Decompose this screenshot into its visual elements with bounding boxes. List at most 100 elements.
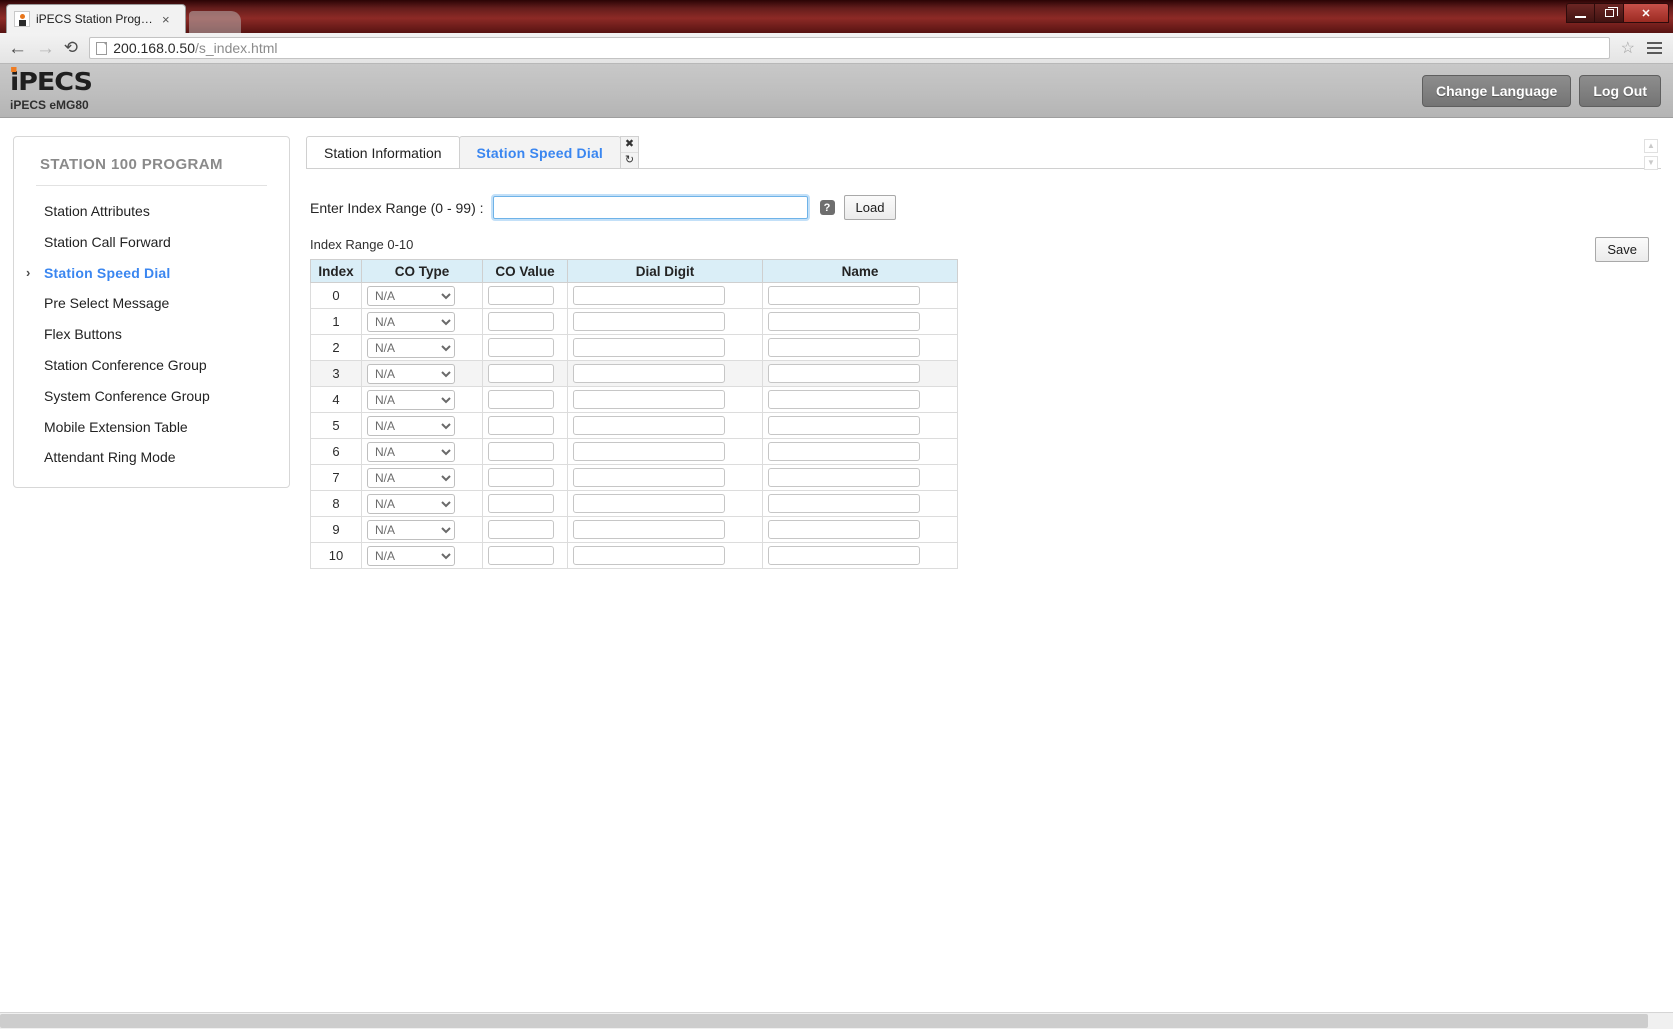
co-type-select[interactable]: N/A — [367, 415, 455, 436]
index-range-label: Enter Index Range (0 - 99) : — [310, 199, 484, 216]
co-value-input[interactable] — [488, 390, 554, 409]
browser-titlebar: iPECS Station Program × ✕ — [0, 0, 1673, 33]
change-language-button[interactable]: Change Language — [1421, 74, 1572, 107]
sidebar-item-flex-buttons[interactable]: Flex Buttons — [14, 319, 289, 350]
dial-digit-input[interactable] — [573, 312, 725, 331]
co-type-select[interactable]: N/A — [367, 493, 455, 514]
cell-name — [762, 308, 958, 335]
save-button[interactable]: Save — [1595, 237, 1649, 262]
sidebar-item-station-conference-group[interactable]: Station Conference Group — [14, 350, 289, 381]
name-input[interactable] — [768, 468, 920, 487]
tab-station-information[interactable]: Station Information — [306, 136, 460, 168]
cell-dial-digit — [567, 412, 763, 439]
co-type-select[interactable]: N/A — [367, 337, 455, 358]
index-range-input[interactable] — [490, 194, 810, 221]
cell-index: 1 — [310, 308, 362, 335]
sidebar-item-station-attributes[interactable]: Station Attributes — [14, 196, 289, 227]
tab-station-speed-dial[interactable]: Station Speed Dial — [458, 136, 622, 168]
name-input[interactable] — [768, 520, 920, 539]
co-value-input[interactable] — [488, 442, 554, 461]
dial-digit-input[interactable] — [573, 416, 725, 435]
dial-digit-input[interactable] — [573, 390, 725, 409]
cell-co-type: N/A — [361, 308, 483, 335]
name-input[interactable] — [768, 442, 920, 461]
co-value-input[interactable] — [488, 286, 554, 305]
name-input[interactable] — [768, 546, 920, 565]
name-input[interactable] — [768, 416, 920, 435]
scroll-up-icon[interactable]: ▲ — [1644, 139, 1658, 153]
table-body: 0 N/A 1 N/A 2 N/A 3 N/A 4 N/A 5 N/A 6 N/… — [310, 282, 958, 569]
cell-co-type: N/A — [361, 438, 483, 465]
scroll-down-icon[interactable]: ▼ — [1644, 156, 1658, 170]
hamburger-menu-icon[interactable] — [1644, 40, 1665, 56]
name-input[interactable] — [768, 494, 920, 513]
cell-dial-digit — [567, 490, 763, 517]
tab-refresh-icon[interactable]: ↻ — [621, 152, 639, 168]
dial-digit-input[interactable] — [573, 338, 725, 357]
name-input[interactable] — [768, 338, 920, 357]
load-button[interactable]: Load — [843, 195, 897, 220]
table-row: 0 N/A — [310, 282, 958, 309]
help-icon[interactable]: ? — [819, 200, 835, 215]
sidebar-item-system-conference-group[interactable]: System Conference Group — [14, 381, 289, 412]
dial-digit-input[interactable] — [573, 286, 725, 305]
name-input[interactable] — [768, 364, 920, 383]
name-input[interactable] — [768, 312, 920, 331]
co-value-input[interactable] — [488, 364, 554, 383]
restore-button[interactable] — [1595, 3, 1624, 23]
log-out-button[interactable]: Log Out — [1579, 74, 1661, 107]
dial-digit-input[interactable] — [573, 546, 725, 565]
sidebar-item-station-call-forward[interactable]: Station Call Forward — [14, 227, 289, 258]
table-row: 6 N/A — [310, 438, 958, 465]
co-type-select[interactable]: N/A — [367, 519, 455, 540]
address-bar[interactable]: 200.168.0.50/s_index.html — [89, 37, 1610, 59]
co-type-select[interactable]: N/A — [367, 441, 455, 462]
window-controls: ✕ — [1566, 3, 1669, 23]
dial-digit-input[interactable] — [573, 468, 725, 487]
co-type-select[interactable]: N/A — [367, 545, 455, 566]
name-input[interactable] — [768, 390, 920, 409]
favicon-icon — [14, 11, 30, 27]
dial-digit-input[interactable] — [573, 494, 725, 513]
sidebar-item-station-speed-dial[interactable]: › Station Speed Dial — [14, 258, 289, 289]
close-icon[interactable]: × — [160, 13, 172, 26]
chevron-right-icon: › — [26, 265, 31, 281]
co-type-select[interactable]: N/A — [367, 363, 455, 384]
cell-index: 10 — [310, 542, 362, 569]
co-value-input[interactable] — [488, 468, 554, 487]
co-value-input[interactable] — [488, 416, 554, 435]
dial-digit-input[interactable] — [573, 520, 725, 539]
co-value-input[interactable] — [488, 494, 554, 513]
co-type-select[interactable]: N/A — [367, 467, 455, 488]
co-value-input[interactable] — [488, 338, 554, 357]
dial-digit-input[interactable] — [573, 364, 725, 383]
back-icon[interactable]: ← — [8, 39, 27, 58]
co-value-input[interactable] — [488, 312, 554, 331]
cell-index: 8 — [310, 490, 362, 517]
window-close-button[interactable]: ✕ — [1624, 3, 1669, 23]
scrollbar-thumb[interactable] — [0, 1014, 1648, 1028]
sidebar-item-attendant-ring-mode[interactable]: Attendant Ring Mode — [14, 442, 289, 473]
co-type-select[interactable]: N/A — [367, 389, 455, 410]
tab-close-icon[interactable]: ✖ — [621, 137, 638, 152]
co-value-input[interactable] — [488, 520, 554, 539]
cell-co-type: N/A — [361, 360, 483, 387]
table-head: Index CO Type CO Value Dial Digit Name — [310, 259, 958, 283]
browser-tab[interactable]: iPECS Station Program × — [6, 4, 186, 33]
reload-icon[interactable]: ⟳ — [64, 38, 78, 58]
co-value-input[interactable] — [488, 546, 554, 565]
sidebar-item-mobile-extension-table[interactable]: Mobile Extension Table — [14, 412, 289, 443]
minimize-button[interactable] — [1566, 3, 1595, 23]
cell-index: 4 — [310, 386, 362, 413]
forward-icon[interactable]: → — [36, 39, 55, 58]
co-type-select[interactable]: N/A — [367, 311, 455, 332]
bookmark-star-icon[interactable]: ☆ — [1621, 38, 1635, 58]
sidebar-item-pre-select-message[interactable]: Pre Select Message — [14, 288, 289, 319]
name-input[interactable] — [768, 286, 920, 305]
dial-digit-input[interactable] — [573, 442, 725, 461]
horizontal-scrollbar[interactable] — [0, 1012, 1673, 1029]
brand-logo: iPECS iPECS eMG80 — [10, 67, 93, 112]
new-tab-button[interactable] — [189, 11, 241, 33]
co-type-select[interactable]: N/A — [367, 285, 455, 306]
sidebar-item-label: Station Attributes — [44, 203, 150, 219]
